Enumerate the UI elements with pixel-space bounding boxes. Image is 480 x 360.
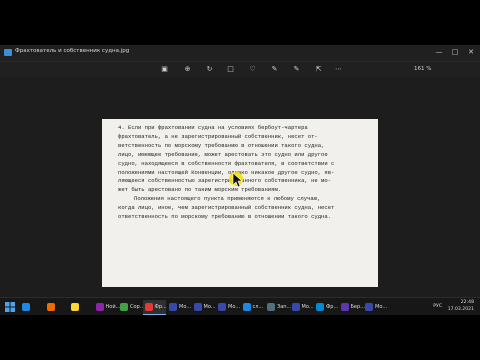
- clock[interactable]: 22:48 17.03.2021: [448, 300, 474, 313]
- system-tray: РУС 22:48 17.03.2021: [390, 298, 480, 315]
- taskbar-item[interactable]: Мо...: [290, 300, 314, 314]
- app-icon: [144, 303, 153, 311]
- app-icon: [316, 303, 324, 311]
- delete-icon[interactable]: □: [226, 65, 235, 74]
- taskbar-item-label: Мо...: [179, 304, 192, 310]
- document-line: судно, находящееся в собственности фрахт…: [118, 159, 335, 167]
- document-line: когда лицо, иное, чем зарегистрированный…: [118, 204, 335, 212]
- taskbar-item[interactable]: Мо...: [363, 300, 387, 314]
- language-indicator[interactable]: РУС: [433, 304, 442, 309]
- title-bar: Фрахтователь и собственник судна.jpg — □…: [0, 45, 480, 62]
- taskbar-item[interactable]: Мо...: [192, 300, 216, 314]
- taskbar-item[interactable]: Сор...: [118, 300, 145, 314]
- clock-date: 17.03.2021: [447, 306, 474, 312]
- taskbar-item-label: Фр...: [154, 304, 167, 310]
- app-icon: [218, 303, 226, 311]
- app-icon: [71, 303, 79, 311]
- taskbar-item-label: Мо...: [375, 304, 388, 310]
- taskbar-item[interactable]: Мо...: [216, 300, 240, 314]
- taskbar-item[interactable]: Зап...: [265, 300, 291, 314]
- minimize-button[interactable]: —: [433, 47, 445, 58]
- document-line: фрахтователь, а не зарегистрированный со…: [118, 132, 318, 140]
- app-icon: [46, 303, 55, 311]
- more-icon[interactable]: ⋯: [334, 65, 343, 74]
- start-button[interactable]: [3, 300, 17, 314]
- windows-icon: [5, 302, 15, 312]
- app-icon: [340, 303, 349, 311]
- app-icon: [120, 303, 128, 311]
- taskbar-item-label: сл...: [252, 304, 264, 310]
- app-icon: [193, 303, 202, 311]
- mouse-cursor: [229, 172, 243, 188]
- taskbar-item[interactable]: [20, 300, 44, 314]
- share-icon[interactable]: ⇱: [314, 65, 323, 74]
- taskbar-item[interactable]: сл...: [241, 300, 265, 314]
- taskbar-item[interactable]: [45, 300, 69, 314]
- crop-icon[interactable]: ✎: [270, 65, 279, 74]
- view-icon[interactable]: ▣: [160, 65, 169, 74]
- edit-icon[interactable]: ✎: [292, 65, 301, 74]
- maximize-button[interactable]: □: [449, 47, 461, 58]
- taskbar-item-label: Мо...: [203, 304, 216, 310]
- document-line: Положения настоящего пункта применяются …: [134, 195, 321, 203]
- taskbar: Ной... Сор... Фр... Мо... Мо... Мо... сл... Зап…: [0, 297, 480, 315]
- taskbar-item[interactable]: Бер...: [339, 300, 365, 314]
- app-icon: [267, 303, 275, 311]
- taskbar-item-label: Мо...: [228, 304, 241, 310]
- taskbar-item[interactable]: Фр...: [314, 300, 338, 314]
- zoom-level: 161 %: [414, 66, 432, 72]
- app-icon: [22, 303, 30, 311]
- close-button[interactable]: ✕: [465, 47, 477, 58]
- window-title: Фрахтователь и собственник судна.jpg: [15, 48, 130, 54]
- app-icon: [291, 303, 300, 311]
- screen: Фрахтователь и собственник судна.jpg — □…: [0, 45, 480, 315]
- taskbar-item-label: Мо...: [301, 304, 314, 310]
- app-icon: [242, 303, 251, 311]
- photos-app-icon: [4, 49, 12, 56]
- toolbar: ▣ ⊕ ↻ □ ♡ ✎ ✎ ⇱ ⋯ 161 %: [0, 62, 480, 77]
- clock-time: 22:48: [460, 300, 474, 305]
- document-line: ответственность по морскому требованию в…: [118, 213, 332, 221]
- document-line: ветственность по морскому требованию в о…: [118, 141, 325, 149]
- app-icon: [169, 303, 177, 311]
- zoom-in-icon[interactable]: ⊕: [183, 65, 192, 74]
- taskbar-item[interactable]: Ной...: [94, 300, 120, 314]
- rotate-icon[interactable]: ↻: [205, 65, 214, 74]
- document-image: 4. Если при фрахтовании судна на условия…: [102, 119, 378, 287]
- favorite-icon[interactable]: ♡: [248, 65, 257, 74]
- taskbar-item[interactable]: Фр...: [142, 300, 167, 315]
- app-icon: [365, 303, 373, 311]
- taskbar-item[interactable]: [69, 300, 93, 314]
- taskbar-item[interactable]: Мо...: [167, 300, 191, 314]
- taskbar-item-label: Фр...: [326, 304, 339, 310]
- app-icon: [95, 303, 104, 311]
- document-line: лицо, имеющее требование, может арестова…: [118, 150, 328, 158]
- document-line: 4. Если при фрахтовании судна на условия…: [118, 124, 308, 131]
